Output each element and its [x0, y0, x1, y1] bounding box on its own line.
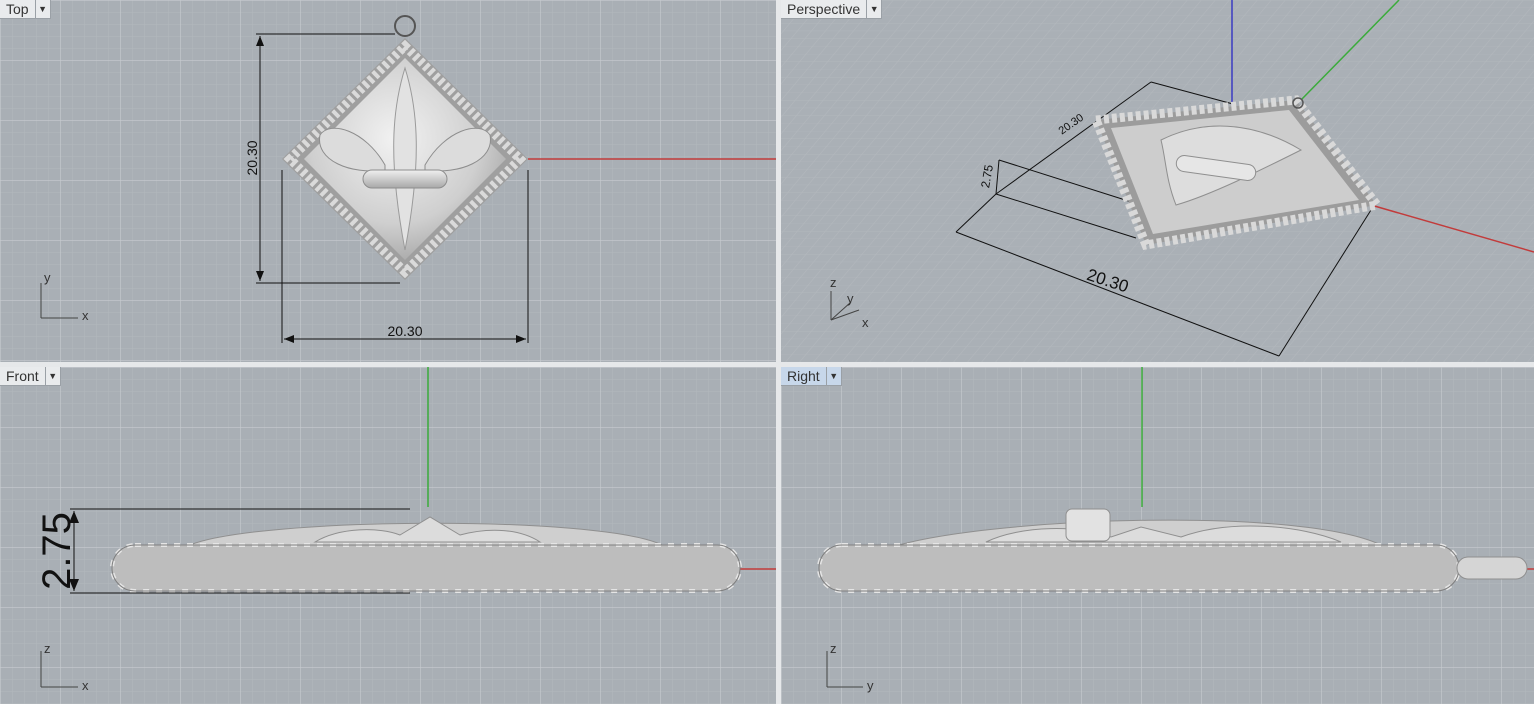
axis-label-x: x — [82, 308, 89, 323]
viewport-title: Top — [6, 1, 29, 17]
axis-label-x: x — [862, 315, 869, 330]
dropdown-arrow-icon[interactable]: ▼ — [44, 367, 60, 385]
dim-label-width: 20.30 — [387, 323, 422, 339]
viewport-title: Right — [787, 368, 820, 384]
viewport-tab-right[interactable]: Right ▼ — [781, 367, 842, 386]
viewport-perspective[interactable]: 20.30 20.30 2.75 z y x Perspective ▼ — [781, 0, 1534, 362]
viewport-title: Perspective — [787, 1, 861, 17]
front-view-scene: 2.75 — [0, 367, 776, 704]
dropdown-arrow-icon[interactable]: ▼ — [825, 367, 841, 385]
axis-label-y: y — [867, 678, 874, 693]
dim-label-height: 2.75 — [35, 512, 79, 590]
viewport-title: Front — [6, 368, 39, 384]
viewport-top[interactable]: 20.30 20.30 y x Top ▼ — [0, 0, 776, 362]
dropdown-arrow-icon[interactable]: ▼ — [34, 0, 50, 18]
top-view-scene: 20.30 20.30 — [0, 0, 776, 362]
viewport-tab-front[interactable]: Front ▼ — [0, 367, 61, 386]
dim-label-height: 20.30 — [244, 140, 260, 175]
viewport-layout: 20.30 20.30 y x Top ▼ 20.30 20.30 2.75 z… — [0, 0, 1534, 704]
viewport-front[interactable]: 2.75 z x Front ▼ — [0, 367, 776, 704]
right-view-scene — [781, 367, 1534, 704]
axis-label-y: y — [847, 291, 854, 306]
axis-label-x: x — [82, 678, 89, 693]
viewport-tab-perspective[interactable]: Perspective ▼ — [781, 0, 883, 19]
perspective-view-scene: 20.30 20.30 2.75 — [781, 0, 1534, 362]
dropdown-arrow-icon[interactable]: ▼ — [866, 0, 881, 18]
viewport-right[interactable]: z y Right ▼ — [781, 367, 1534, 704]
axis-label-y: y — [44, 270, 51, 285]
axis-label-z: z — [830, 641, 837, 656]
axis-label-z: z — [44, 641, 51, 656]
axis-label-z: z — [830, 275, 837, 290]
viewport-tab-top[interactable]: Top ▼ — [0, 0, 51, 19]
